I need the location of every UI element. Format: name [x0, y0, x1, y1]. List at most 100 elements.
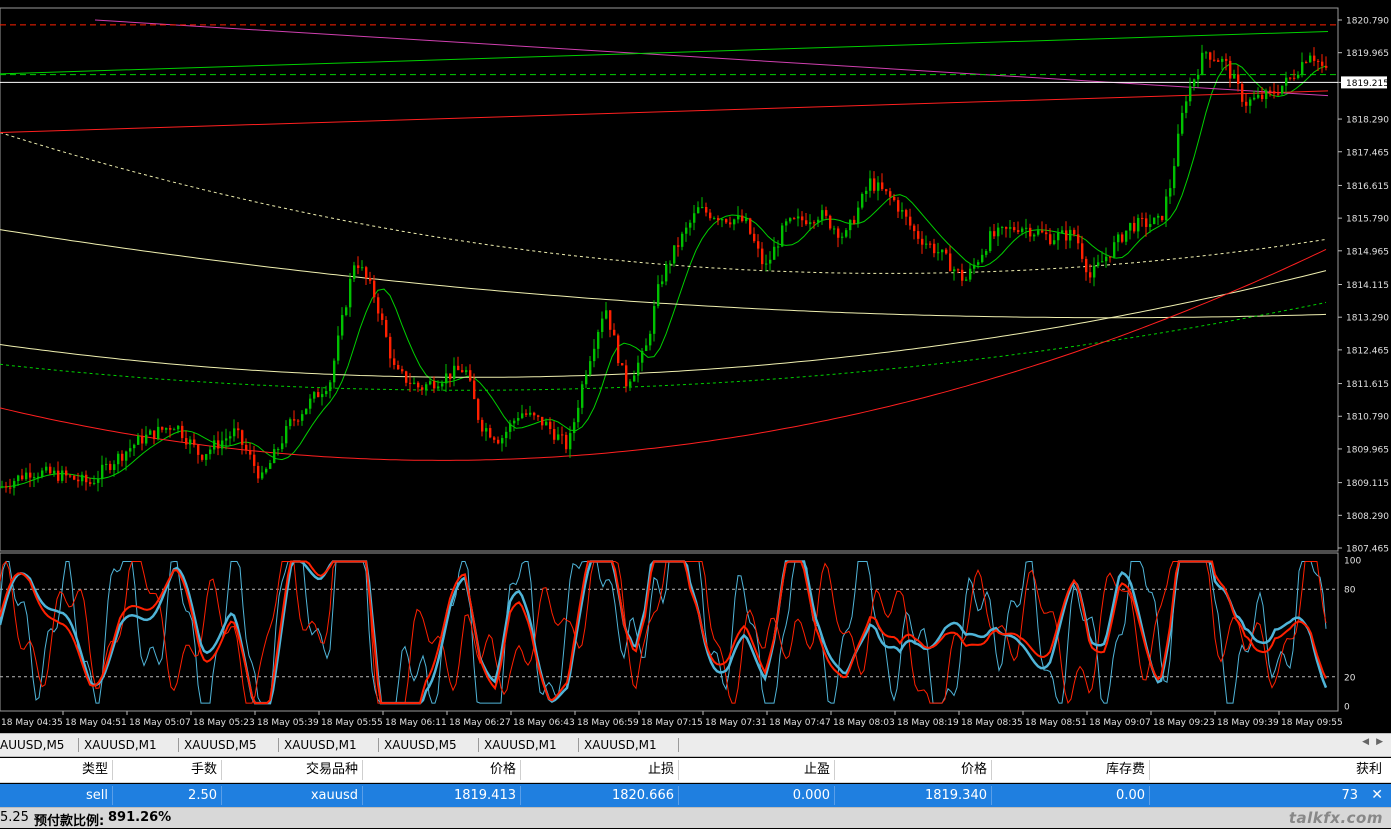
chart-tab[interactable]: XAUUSD,M5: [180, 737, 261, 754]
chart-tab[interactable]: XAUUSD,M1: [280, 737, 361, 754]
candle-body: [937, 252, 940, 254]
candle-body: [949, 253, 952, 272]
candle-body: [45, 466, 48, 471]
candle-body: [289, 419, 292, 427]
candle-body: [137, 435, 140, 445]
order-symbol: xauusd: [310, 788, 358, 803]
candle-body: [309, 398, 312, 409]
candle-body: [841, 236, 844, 238]
candle-body: [429, 381, 432, 385]
candle-body: [305, 408, 308, 415]
candle-body: [385, 319, 388, 337]
candle-body: [1057, 232, 1060, 241]
candle-body: [1081, 243, 1084, 259]
price-label: 1816.615: [1346, 182, 1389, 192]
candle-body: [673, 245, 676, 264]
chart-tab[interactable]: XAUUSD,M1: [80, 737, 161, 754]
candle-body: [449, 373, 452, 379]
candle-body: [781, 225, 784, 247]
candle-body: [717, 218, 720, 221]
col-header-type[interactable]: 类型: [0, 758, 112, 782]
order-current-price: 1819.340: [924, 788, 987, 803]
candle-body: [313, 392, 316, 399]
candle-body: [1241, 84, 1244, 102]
price-label: 1819.215: [1346, 79, 1389, 89]
candle-body: [21, 475, 24, 480]
candle-body: [1109, 256, 1112, 258]
candle-body: [181, 425, 184, 439]
col-header-swap[interactable]: 库存费: [992, 758, 1149, 782]
tab-scroll-left-icon[interactable]: ◀: [1362, 737, 1369, 747]
candle-body: [897, 200, 900, 212]
price-label: 1812.465: [1346, 346, 1389, 356]
chart-tab[interactable]: XAUUSD,M5: [380, 737, 461, 754]
candle-body: [197, 444, 200, 455]
candle-body: [917, 231, 920, 239]
candle-body: [337, 335, 340, 361]
col-header-symbol[interactable]: 交易品种: [222, 758, 362, 782]
balance-fragment: 5.25: [0, 810, 29, 825]
price-chart[interactable]: 1820.790 1819.965 1819.215 1818.290 1817.465…: [0, 0, 1391, 733]
candle-body: [433, 381, 436, 389]
close-order-icon[interactable]: ✕: [1371, 784, 1383, 807]
order-lots: 2.50: [188, 788, 217, 803]
candle-body: [605, 310, 608, 319]
col-header-stop-loss[interactable]: 止损: [521, 758, 678, 782]
candle-body: [777, 246, 780, 248]
candle-body: [1017, 230, 1020, 232]
candle-body: [1205, 52, 1208, 54]
candle-body: [409, 382, 412, 384]
oscillator-label: 80: [1344, 586, 1356, 596]
candle-body: [465, 370, 468, 373]
candle-body: [1277, 93, 1280, 95]
candle-body: [969, 268, 972, 280]
candle-body: [381, 313, 384, 320]
candle-body: [1037, 230, 1040, 235]
margin-level-label: 预付款比例:: [34, 814, 105, 829]
col-header-take-profit[interactable]: 止盈: [679, 758, 834, 782]
candle-body: [813, 222, 816, 224]
candle-body: [633, 375, 636, 382]
candle-body: [1165, 196, 1168, 221]
candle-body: [945, 249, 948, 254]
candle-body: [621, 363, 624, 366]
col-header-open-price[interactable]: 价格: [363, 758, 520, 782]
col-header-current-price[interactable]: 价格: [835, 758, 991, 782]
candle-body: [117, 453, 120, 465]
tab-scroll-right-icon[interactable]: ▶: [1376, 737, 1383, 747]
candle-body: [589, 361, 592, 375]
candle-body: [477, 399, 480, 420]
candle-body: [1269, 90, 1272, 92]
candle-body: [81, 474, 84, 482]
candle-body: [101, 464, 104, 479]
oscillator-label: 0: [1344, 703, 1350, 713]
chart-tab[interactable]: AUUSD,M5: [0, 737, 68, 754]
candle-body: [1221, 58, 1224, 62]
price-label: 1818.290: [1346, 116, 1389, 126]
candle-body: [33, 477, 36, 479]
candle-body: [881, 182, 884, 190]
order-row[interactable]: sell 2.50 xauusd 1819.413 1820.666 0.000…: [0, 784, 1391, 807]
candle-body: [757, 241, 760, 249]
candle-body: [113, 464, 116, 471]
col-header-profit[interactable]: 获利: [1150, 758, 1386, 782]
candle-body: [845, 230, 848, 237]
candle-body: [849, 219, 852, 231]
candle-body: [869, 178, 872, 191]
candle-body: [425, 384, 428, 390]
chart-tab[interactable]: XAUUSD,M1: [480, 737, 561, 754]
candle-body: [421, 387, 424, 390]
candle-body: [29, 472, 32, 478]
chart-tab[interactable]: XAUUSD,M1: [580, 737, 661, 754]
candle-body: [641, 350, 644, 363]
candle-body: [453, 365, 456, 379]
candle-body: [1125, 230, 1128, 242]
candle-body: [1305, 62, 1308, 64]
oscillator-label: 100: [1344, 557, 1361, 567]
candle-body: [773, 246, 776, 260]
candle-body: [41, 470, 44, 477]
candle-body: [1149, 224, 1152, 227]
col-header-lots[interactable]: 手数: [113, 758, 221, 782]
candle-body: [829, 215, 832, 229]
candle-body: [1085, 258, 1088, 273]
